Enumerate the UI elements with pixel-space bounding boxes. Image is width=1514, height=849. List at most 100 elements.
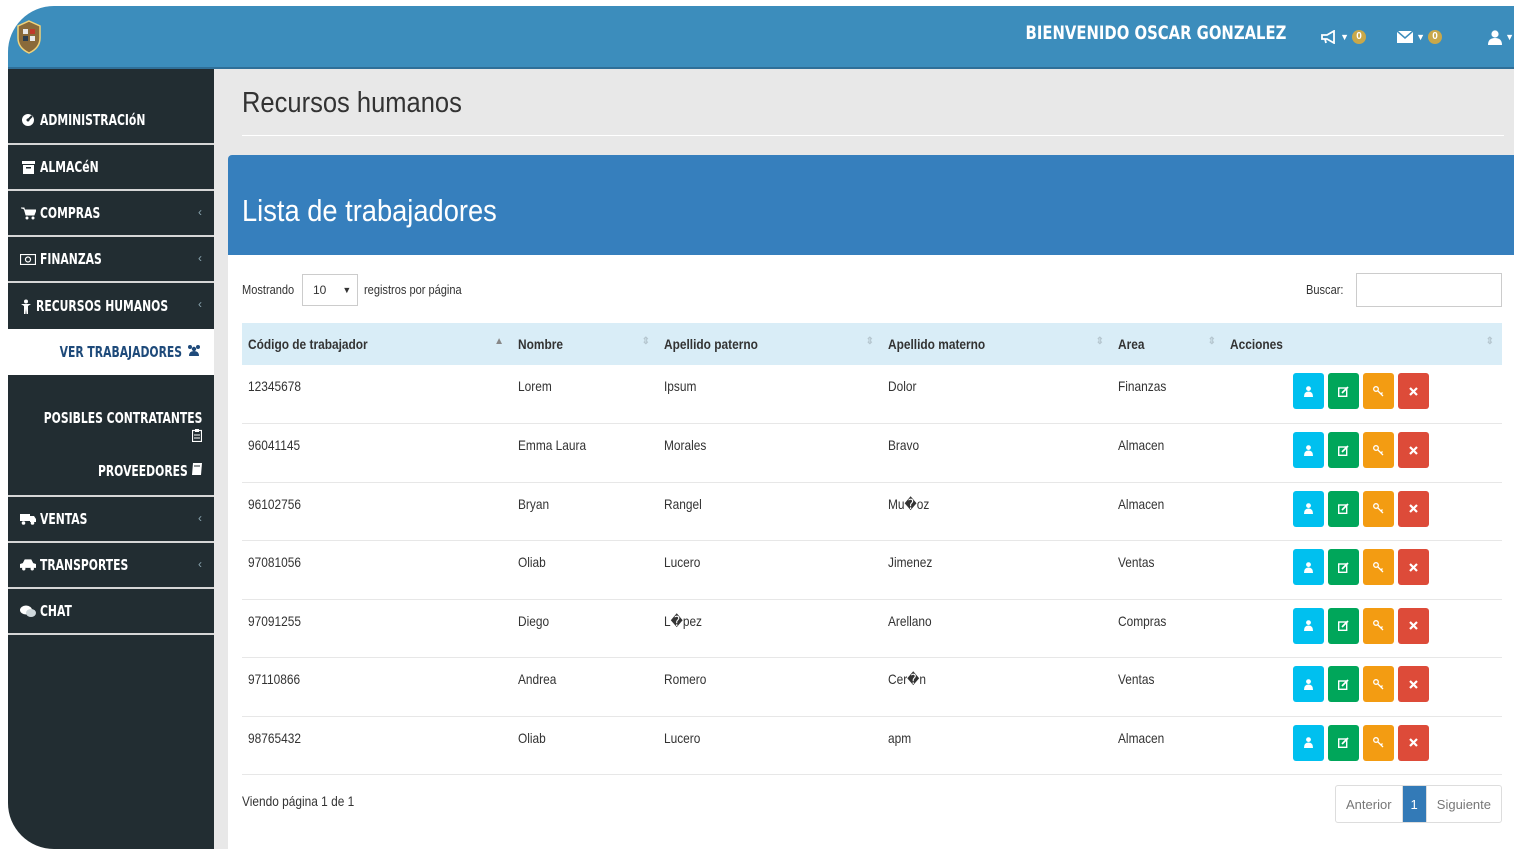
actions-cell [1224, 599, 1502, 658]
table-cell: Lucero [664, 554, 701, 570]
notifications-button[interactable]: ▼ 0 [1321, 26, 1366, 48]
page-size-select[interactable]: 10 ▼ [302, 274, 358, 306]
table-cell: Mu�oz [888, 495, 930, 512]
key-icon [1373, 561, 1384, 572]
table-cell: Romero [664, 671, 707, 687]
change-password-button[interactable] [1363, 549, 1394, 585]
user-icon [1304, 385, 1313, 397]
table-cell: Oliab [518, 729, 546, 746]
view-profile-button[interactable] [1293, 607, 1324, 644]
change-password-button[interactable] [1363, 666, 1394, 702]
welcome-message: BIENVENIDO OSCAR GONZALEZ [1025, 22, 1286, 44]
prev-page-button[interactable]: Anterior [1336, 786, 1403, 822]
column-header-nombre[interactable]: Nombre ⇕ [512, 323, 658, 365]
delete-button[interactable] [1398, 607, 1429, 644]
delete-button[interactable] [1398, 373, 1429, 409]
workers-box: Lista de trabajadores Mostrando 10 ▼ reg… [228, 155, 1514, 849]
sidebar-item-label: FINANZAS [40, 250, 102, 268]
user-icon [1304, 678, 1313, 690]
edit-button[interactable] [1328, 373, 1359, 409]
delete-button[interactable] [1398, 666, 1429, 702]
current-page-button[interactable]: 1 [1402, 786, 1427, 822]
pagination: Anterior 1 Siguiente [1335, 785, 1502, 823]
change-password-button[interactable] [1363, 373, 1394, 409]
edit-button[interactable] [1328, 490, 1359, 527]
search-label: Buscar: [1305, 282, 1344, 297]
view-profile-button[interactable] [1293, 490, 1324, 527]
top-navbar: BIENVENIDO OSCAR GONZALEZ ▼ 0 ▼ 0 ▼ [8, 6, 1514, 69]
sidebar-subitem-posibles-contratantes[interactable]: POSIBLES CONTRATANTES [8, 375, 214, 447]
close-icon [1409, 386, 1418, 396]
view-profile-button[interactable] [1293, 432, 1324, 468]
column-header-apellido-materno[interactable]: Apellido materno ⇕ [882, 323, 1112, 365]
change-password-button[interactable] [1363, 432, 1394, 468]
sidebar-subitem-proveedores[interactable]: PROVEEDORES [8, 447, 214, 497]
sidebar-item-finanzas[interactable]: FINANZAS ‹ [8, 237, 214, 283]
logo-icon[interactable] [16, 20, 42, 54]
change-password-button[interactable] [1363, 607, 1394, 644]
column-header-acciones[interactable]: Acciones ⇕ [1224, 323, 1502, 365]
table-row: 96041145 Emma Laura Morales Bravo Almacen [242, 424, 1502, 482]
view-profile-button[interactable] [1293, 549, 1324, 585]
workers-table: Código de trabajador ▲ Nombre ⇕ Apellido p… [242, 323, 1502, 775]
delete-button[interactable] [1398, 549, 1429, 585]
delete-button[interactable] [1398, 490, 1429, 527]
edit-button[interactable] [1328, 724, 1359, 761]
edit-button[interactable] [1328, 607, 1359, 644]
sidebar-item-compras[interactable]: COMPRAS ‹ [8, 191, 214, 237]
column-header-apellido-paterno[interactable]: Apellido paterno ⇕ [658, 323, 882, 365]
sidebar-item-ventas[interactable]: VENTAS ‹ [8, 497, 214, 543]
chevron-left-icon: ‹ [198, 205, 202, 219]
table-cell: Andrea [518, 671, 557, 687]
edit-icon [1338, 561, 1349, 573]
table-cell: 97110866 [248, 671, 301, 687]
table-controls: Mostrando 10 ▼ registros por página Busc… [242, 273, 1502, 309]
messages-button[interactable]: ▼ 0 [1397, 26, 1442, 48]
edit-button[interactable] [1328, 432, 1359, 468]
sidebar-item-recursos-humanos[interactable]: RECURSOS HUMANOS ‹ [8, 283, 214, 329]
user-menu-button[interactable]: ▼ [1488, 26, 1514, 48]
table-cell: 96041145 [248, 437, 301, 453]
page-size-value: 10 [313, 283, 327, 297]
view-profile-button[interactable] [1293, 666, 1324, 702]
table-cell: Ipsum [664, 378, 697, 394]
book-icon [192, 462, 202, 480]
view-profile-button[interactable] [1293, 373, 1324, 409]
delete-button[interactable] [1398, 432, 1429, 468]
actions-cell [1224, 658, 1502, 717]
sidebar-subitem-ver-trabajadores[interactable]: VER TRABAJADORES [8, 329, 214, 375]
change-password-button[interactable] [1363, 724, 1394, 761]
chevron-left-icon: ‹ [198, 251, 202, 265]
sidebar-subitem-label: VER TRABAJADORES [59, 343, 182, 361]
caret-down-icon: ▼ [1340, 32, 1349, 42]
edit-icon [1338, 444, 1349, 456]
delete-button[interactable] [1398, 724, 1429, 761]
view-profile-button[interactable] [1293, 724, 1324, 761]
sidebar-item-label: TRANSPORTES [40, 556, 129, 574]
row-actions [1230, 424, 1496, 468]
box-title: Lista de trabajadores [242, 193, 497, 228]
sidebar-item-transportes[interactable]: TRANSPORTES ‹ [8, 543, 214, 589]
sidebar-item-label: VENTAS [40, 510, 88, 528]
sidebar-item-almacen[interactable]: ALMACéN [8, 145, 214, 191]
column-header-codigo[interactable]: Código de trabajador ▲ [242, 323, 512, 365]
column-header-area[interactable]: Area ⇕ [1112, 323, 1224, 365]
caret-down-icon: ▼ [1416, 32, 1425, 42]
edit-button[interactable] [1328, 549, 1359, 585]
sidebar-item-chat[interactable]: CHAT [8, 589, 214, 635]
table-cell: Almacen [1118, 729, 1165, 746]
row-actions [1230, 365, 1496, 409]
edit-button[interactable] [1328, 666, 1359, 702]
sidebar-item-administracion[interactable]: ADMINISTRACIóN [8, 69, 214, 145]
table-row: 97081056 Oliab Lucero Jimenez Ventas [242, 541, 1502, 599]
sidebar-item-label: RECURSOS HUMANOS [36, 297, 169, 315]
next-page-button[interactable]: Siguiente [1427, 786, 1501, 822]
key-icon [1373, 444, 1384, 455]
chat-icon [20, 605, 36, 618]
person-icon [20, 299, 32, 314]
change-password-button[interactable] [1363, 490, 1394, 527]
search-input[interactable] [1356, 273, 1502, 307]
page-info: Viendo página 1 de 1 [242, 793, 355, 809]
user-icon [1304, 737, 1313, 748]
table-cell: Lucero [664, 729, 701, 746]
